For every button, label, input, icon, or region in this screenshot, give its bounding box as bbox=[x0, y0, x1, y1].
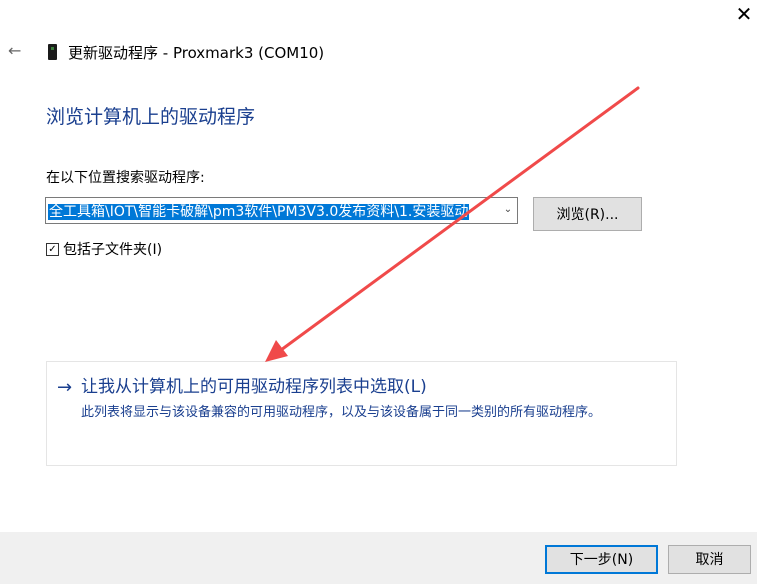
page-heading: 浏览计算机上的驱动程序 bbox=[46, 106, 256, 128]
driver-path-selected-text: 全工具箱\IOT\智能卡破解\pm3软件\PM3V3.0发布资料\1.安装驱动 bbox=[48, 204, 470, 220]
back-arrow-icon[interactable]: ← bbox=[8, 42, 26, 60]
arrow-right-icon: → bbox=[57, 377, 73, 398]
annotation-overlay bbox=[265, 86, 640, 362]
usb-device-icon bbox=[48, 44, 57, 60]
close-icon[interactable]: ✕ bbox=[734, 4, 754, 24]
annotation-arrow-head bbox=[265, 340, 288, 362]
window-title: 更新驱动程序 - Proxmark3 (COM10) bbox=[68, 44, 325, 62]
chevron-down-icon[interactable]: ⌄ bbox=[502, 204, 514, 216]
next-button[interactable]: 下一步(N) bbox=[545, 545, 658, 574]
pick-from-list-option[interactable]: → 让我从计算机上的可用驱动程序列表中选取(L) 此列表将显示与该设备兼容的可用… bbox=[46, 361, 677, 466]
location-label: 在以下位置搜索驱动程序: bbox=[46, 170, 205, 186]
pick-from-list-description: 此列表将显示与该设备兼容的可用驱动程序，以及与该设备属于同一类别的所有驱动程序。 bbox=[81, 405, 602, 420]
browse-button[interactable]: 浏览(R)... bbox=[533, 197, 642, 231]
driver-path-text[interactable]: 全工具箱\IOT\智能卡破解\pm3软件\PM3V3.0发布资料\1.安装驱动 bbox=[48, 201, 492, 220]
cancel-button[interactable]: 取消 bbox=[668, 545, 751, 574]
include-subfolders-checkbox[interactable]: ✓ bbox=[46, 243, 59, 256]
driver-path-combobox[interactable]: 全工具箱\IOT\智能卡破解\pm3软件\PM3V3.0发布资料\1.安装驱动 … bbox=[45, 197, 518, 224]
pick-from-list-title[interactable]: 让我从计算机上的可用驱动程序列表中选取(L) bbox=[81, 375, 427, 399]
include-subfolders-label[interactable]: 包括子文件夹(I) bbox=[63, 241, 162, 259]
